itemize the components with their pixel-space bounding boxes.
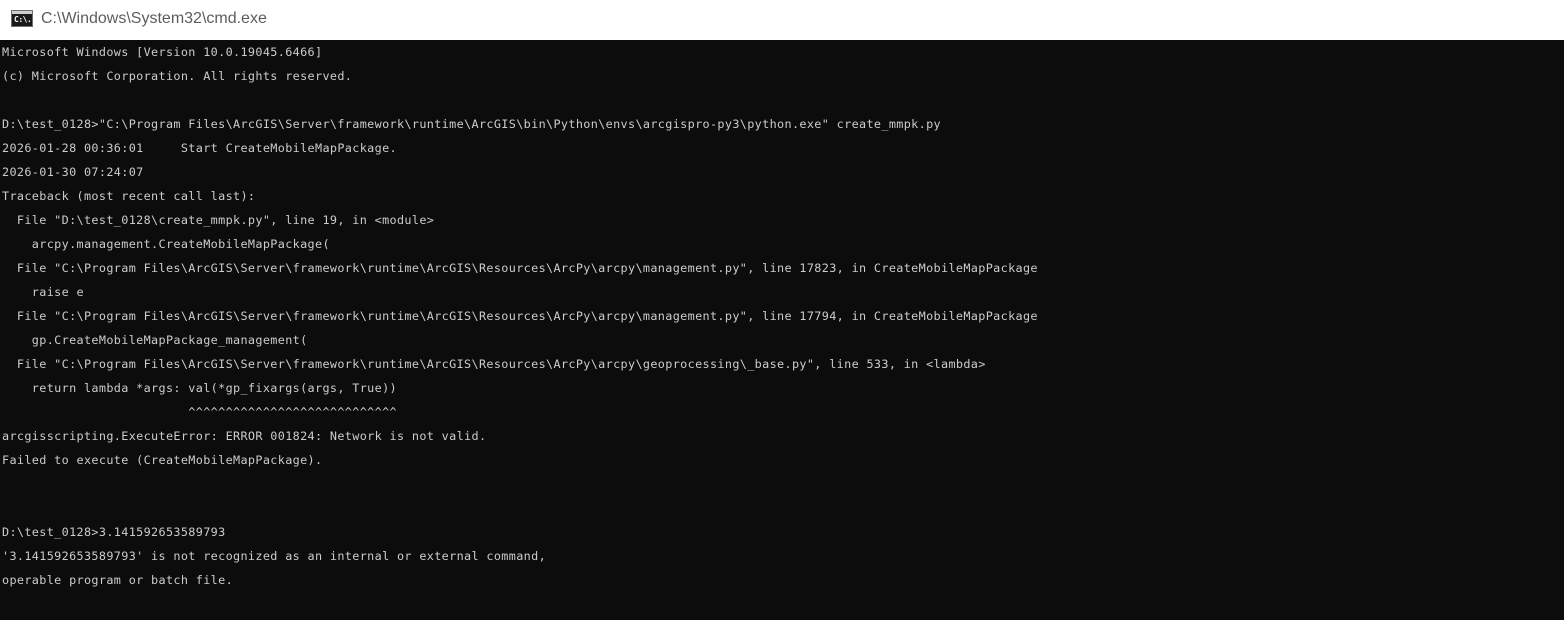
- cmd-window: C:\. C:\Windows\System32\cmd.exe Microso…: [0, 0, 1564, 620]
- console-line: return lambda *args: val(*gp_fixargs(arg…: [2, 381, 397, 395]
- console-line: 2026-01-30 07:24:07: [2, 165, 144, 179]
- console-line: ^^^^^^^^^^^^^^^^^^^^^^^^^^^^: [2, 405, 397, 419]
- cmd-icon-titlebar: [12, 11, 32, 14]
- console-output[interactable]: Microsoft Windows [Version 10.0.19045.64…: [2, 40, 1562, 620]
- console-line: File "C:\Program Files\ArcGIS\Server\fra…: [2, 309, 1038, 323]
- title-bar[interactable]: C:\. C:\Windows\System32\cmd.exe: [0, 0, 1564, 40]
- console-line: Microsoft Windows [Version 10.0.19045.64…: [2, 45, 323, 59]
- console-line: Failed to execute (CreateMobileMapPackag…: [2, 453, 323, 467]
- console-line: D:\test_0128>"C:\Program Files\ArcGIS\Se…: [2, 117, 941, 131]
- console-line: File "C:\Program Files\ArcGIS\Server\fra…: [2, 357, 986, 371]
- console-line: Traceback (most recent call last):: [2, 189, 256, 203]
- window-title: C:\Windows\System32\cmd.exe: [41, 10, 267, 27]
- console-line: 2026-01-28 00:36:01 Start CreateMobileMa…: [2, 141, 397, 155]
- console-line: operable program or batch file.: [2, 573, 234, 587]
- console-line: D:\test_0128>3.141592653589793: [2, 525, 226, 539]
- console-line: arcgisscripting.ExecuteError: ERROR 0018…: [2, 429, 487, 443]
- cmd-icon-glyph: C:\.: [14, 15, 32, 24]
- console-line: raise e: [2, 285, 84, 299]
- console-line: gp.CreateMobileMapPackage_management(: [2, 333, 308, 347]
- console-line: arcpy.management.CreateMobileMapPackage(: [2, 237, 330, 251]
- cmd-icon[interactable]: C:\.: [11, 10, 33, 27]
- console-line: '3.141592653589793' is not recognized as…: [2, 549, 547, 563]
- console-line: File "C:\Program Files\ArcGIS\Server\fra…: [2, 261, 1038, 275]
- console-line: (c) Microsoft Corporation. All rights re…: [2, 69, 353, 83]
- console-line: File "D:\test_0128\create_mmpk.py", line…: [2, 213, 435, 227]
